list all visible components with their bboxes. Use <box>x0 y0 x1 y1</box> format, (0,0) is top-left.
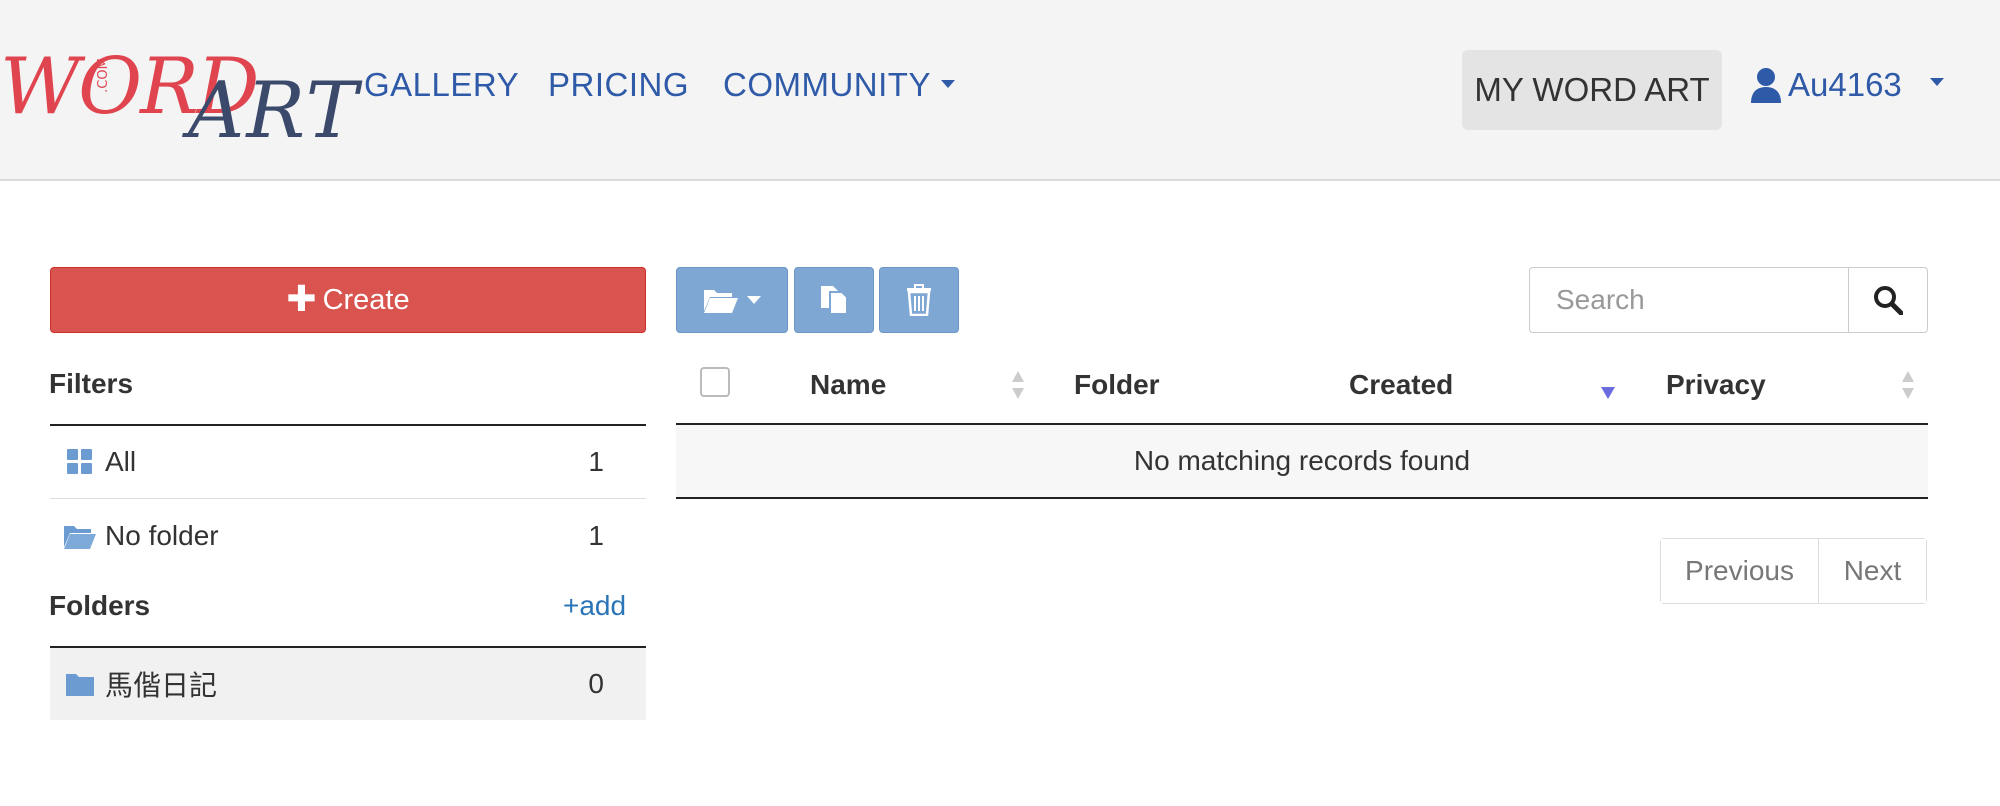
divider <box>50 498 646 499</box>
logo-art-text: ART <box>188 66 360 156</box>
folder-item[interactable]: 馬偕日記 0 <box>50 648 646 720</box>
move-to-folder-button[interactable] <box>676 267 788 333</box>
filters-title: Filters <box>49 368 134 399</box>
next-page-button[interactable]: Next <box>1819 539 1926 603</box>
column-header-folder: Folder <box>1074 369 1160 400</box>
username: Au4163 <box>1788 66 1902 103</box>
column-header-name[interactable]: Name <box>810 369 886 401</box>
folder-icon <box>66 674 94 696</box>
pagination: Previous Next <box>1660 538 1927 604</box>
create-button[interactable]: ✚ Create <box>50 267 646 333</box>
previous-page-button[interactable]: Previous <box>1661 539 1819 603</box>
user-menu[interactable]: Au4163 <box>1750 66 1944 104</box>
sort-icon[interactable] <box>1900 369 1916 401</box>
delete-button[interactable] <box>879 267 959 333</box>
copy-button[interactable] <box>794 267 874 333</box>
plus-icon: ✚ <box>286 278 317 319</box>
select-all-checkbox[interactable] <box>700 367 730 397</box>
search-button[interactable] <box>1848 267 1928 333</box>
folders-title: Folders <box>49 590 151 621</box>
filter-count: 1 <box>588 446 604 477</box>
copy-icon <box>821 286 848 315</box>
filter-label: No folder <box>105 520 219 551</box>
top-navbar: WORD .COM ART GALLERY PRICING COMMUNITY … <box>0 0 2000 181</box>
chevron-down-icon <box>940 80 955 89</box>
filter-count: 1 <box>588 520 604 551</box>
table-header: Name Folder Created Privacy <box>676 355 1928 425</box>
folder-open-icon <box>64 526 96 549</box>
nav-community-label: COMMUNITY <box>723 66 931 103</box>
add-folder-link[interactable]: +add <box>563 590 626 622</box>
wordart-logo[interactable]: WORD .COM ART <box>0 40 358 156</box>
logo-com-text: .COM <box>95 58 111 93</box>
empty-table-message: No matching records found <box>676 425 1928 497</box>
sort-icon[interactable] <box>1010 369 1026 401</box>
create-label: Create <box>322 283 410 316</box>
my-word-art-button[interactable]: MY WORD ART <box>1462 50 1722 130</box>
search-icon <box>1874 286 1903 315</box>
trash-icon <box>907 284 931 316</box>
folder-label: 馬偕日記 <box>105 670 218 701</box>
folder-count: 0 <box>588 668 604 699</box>
chevron-down-icon <box>1929 78 1944 86</box>
folder-open-icon <box>704 290 738 313</box>
filter-all[interactable]: All 1 <box>50 426 646 498</box>
user-icon <box>1751 68 1781 103</box>
filter-no-folder[interactable]: No folder 1 <box>50 500 646 572</box>
nav-community[interactable]: COMMUNITY <box>723 66 955 104</box>
sort-desc-icon[interactable] <box>1600 369 1616 401</box>
nav-gallery[interactable]: GALLERY <box>364 66 519 104</box>
nav-pricing[interactable]: PRICING <box>548 66 689 104</box>
filter-label: All <box>105 446 137 477</box>
grid-icon <box>67 449 92 474</box>
chevron-down-icon <box>747 296 761 304</box>
column-header-privacy[interactable]: Privacy <box>1666 369 1766 401</box>
divider <box>676 497 1928 499</box>
search-input[interactable]: Search <box>1529 267 1849 333</box>
column-header-created[interactable]: Created <box>1349 369 1453 401</box>
